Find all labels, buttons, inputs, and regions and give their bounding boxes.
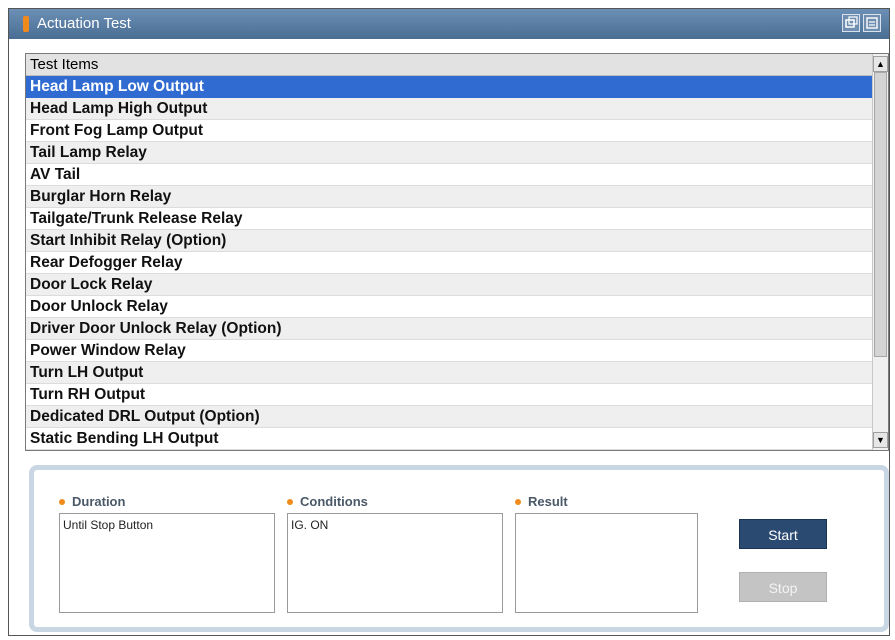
conditions-label-text: Conditions xyxy=(300,494,368,509)
restore-icon[interactable] xyxy=(842,14,860,32)
list-item[interactable]: Driver Door Unlock Relay (Option) xyxy=(26,318,872,340)
list-item[interactable]: Burglar Horn Relay xyxy=(26,186,872,208)
list-item[interactable]: Door Unlock Relay xyxy=(26,296,872,318)
scroll-down-icon[interactable]: ▼ xyxy=(873,432,888,448)
title-bar: Actuation Test xyxy=(9,9,889,39)
list-rows: Head Lamp Low Output Head Lamp High Outpu… xyxy=(26,76,872,450)
list-item[interactable]: Turn RH Output xyxy=(26,384,872,406)
stop-button[interactable]: Stop xyxy=(739,572,827,602)
window-title: Actuation Test xyxy=(37,15,131,32)
bullet-icon xyxy=(59,498,65,505)
start-button[interactable]: Start xyxy=(739,519,827,549)
list-item[interactable]: Tailgate/Trunk Release Relay xyxy=(26,208,872,230)
result-label-text: Result xyxy=(528,494,568,509)
menu-icon[interactable] xyxy=(863,14,881,32)
bullet-icon xyxy=(515,498,521,505)
list-header[interactable]: Test Items xyxy=(26,54,872,76)
actuation-test-window: Actuation Test Test Items Head Lamp Low … xyxy=(8,8,890,636)
result-label: Result xyxy=(515,494,568,509)
list-item[interactable]: Dedicated DRL Output (Option) xyxy=(26,406,872,428)
duration-label: Duration xyxy=(59,494,125,509)
duration-label-text: Duration xyxy=(72,494,126,509)
result-field xyxy=(515,513,698,613)
list-item[interactable]: AV Tail xyxy=(26,164,872,186)
bullet-icon xyxy=(287,498,293,505)
list-item[interactable]: Front Fog Lamp Output xyxy=(26,120,872,142)
orange-bar-icon xyxy=(23,16,29,32)
scroll-thumb[interactable] xyxy=(874,72,887,357)
list-item[interactable]: Head Lamp Low Output xyxy=(26,76,872,98)
conditions-field: IG. ON xyxy=(287,513,503,613)
list-item[interactable]: Door Lock Relay xyxy=(26,274,872,296)
list-item[interactable]: Static Bending LH Output xyxy=(26,428,872,450)
duration-field: Until Stop Button xyxy=(59,513,275,613)
test-control-panel: Duration Conditions Result Until Stop Bu… xyxy=(29,465,889,632)
list-item[interactable]: Head Lamp High Output xyxy=(26,98,872,120)
test-items-list[interactable]: Test Items Head Lamp Low Output Head Lamp… xyxy=(25,53,889,451)
list-item[interactable]: Tail Lamp Relay xyxy=(26,142,872,164)
list-item[interactable]: Start Inhibit Relay (Option) xyxy=(26,230,872,252)
list-item[interactable]: Turn LH Output xyxy=(26,362,872,384)
list-item[interactable]: Power Window Relay xyxy=(26,340,872,362)
scroll-up-icon[interactable]: ▲ xyxy=(873,56,888,72)
conditions-label: Conditions xyxy=(287,494,368,509)
vertical-scrollbar[interactable]: ▲ ▼ xyxy=(872,54,888,450)
list-item[interactable]: Rear Defogger Relay xyxy=(26,252,872,274)
